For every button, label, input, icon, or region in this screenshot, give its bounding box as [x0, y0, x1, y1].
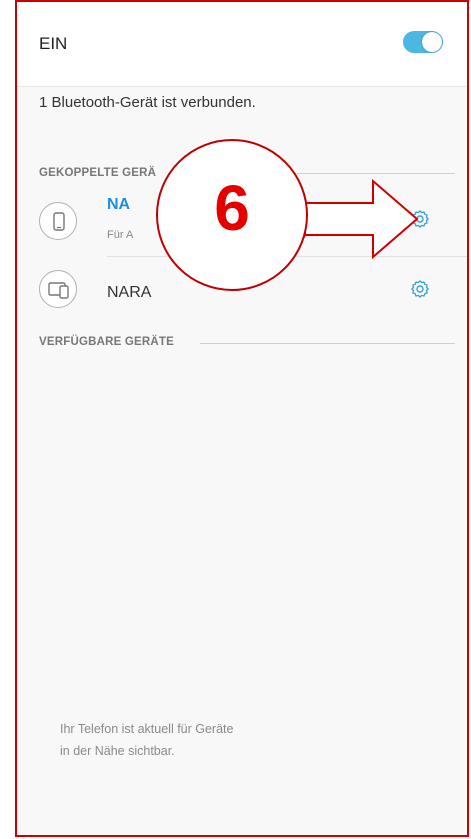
visibility-line-1: Ihr Telefon ist aktuell für Geräte — [60, 722, 234, 736]
visibility-line-2: in der Nähe sichtbar. — [60, 744, 175, 758]
device-name: NARA — [107, 284, 152, 301]
phone-icon — [53, 212, 65, 231]
step-callout: 6 — [156, 139, 308, 291]
gear-icon[interactable] — [410, 279, 430, 299]
step-number: 6 — [214, 172, 250, 244]
device-name: NA — [107, 196, 131, 213]
tablet-phone-icon — [48, 282, 69, 299]
bluetooth-toggle-row[interactable]: EIN — [17, 2, 467, 87]
bluetooth-state-label: EIN — [39, 34, 68, 53]
paired-devices-header: GEKOPPELTE GERÄ — [39, 167, 157, 179]
available-devices-header: VERFÜGBARE GERÄTE — [39, 336, 175, 348]
available-header-line — [200, 343, 455, 344]
visibility-info: Ihr Telefon ist aktuell für Geräte in de… — [60, 718, 360, 762]
toggle-knob — [422, 32, 442, 52]
paired-header-line — [297, 173, 455, 174]
bluetooth-toggle[interactable] — [403, 31, 443, 53]
connection-status: 1 Bluetooth-Gerät ist verbunden. — [39, 94, 256, 111]
device-icon-circle — [39, 270, 77, 308]
device-icon-circle — [39, 202, 77, 240]
device-subtitle: Für A — [107, 229, 134, 241]
annotation-arrow — [304, 178, 419, 260]
bluetooth-settings-panel: EIN 1 Bluetooth-Gerät ist verbunden. GEK… — [15, 0, 469, 837]
